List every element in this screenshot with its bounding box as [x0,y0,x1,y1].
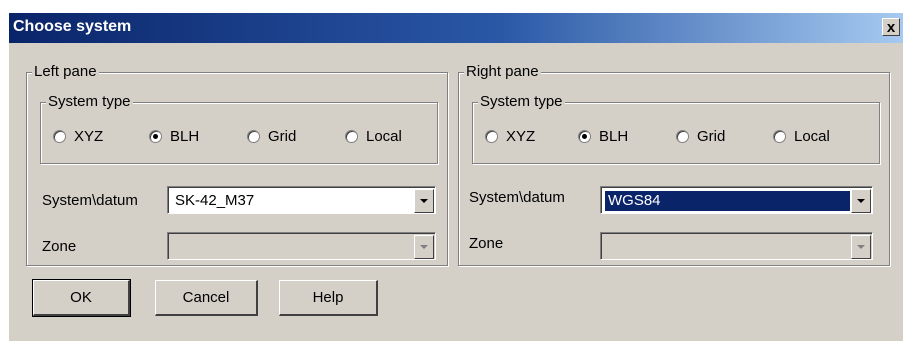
right-pane-title: Right pane [464,63,541,81]
left-radio-grid-circle[interactable] [247,130,260,143]
left-datum-label: System\datum [42,192,138,209]
right-datum-label: System\datum [469,189,565,206]
right-datum-value: WGS84 [605,191,850,211]
left-radio-local-label: Local [366,128,402,145]
left-datum-dropdown-button[interactable] [414,189,434,213]
close-button[interactable]: x [882,18,900,36]
left-pane-title: Left pane [32,63,99,81]
left-zone-select[interactable] [167,232,436,260]
right-zone-value [605,237,611,257]
right-radio-grid[interactable]: Grid [676,128,725,145]
right-datum-select-inner: WGS84 [601,187,872,213]
right-radio-grid-label: Grid [697,128,726,145]
ok-button[interactable]: OK [32,279,131,317]
left-radio-blh[interactable]: BLH [149,128,199,145]
left-radio-xyz[interactable]: XYZ [53,128,103,145]
left-zone-dropdown-button[interactable] [414,235,434,259]
chevron-down-icon [420,199,428,203]
right-system-type-label: System type [478,93,565,111]
right-zone-dropdown-button[interactable] [851,235,871,259]
cancel-button[interactable]: Cancel [155,280,258,316]
right-radio-local[interactable]: Local [773,128,830,145]
chevron-down-icon [857,245,865,249]
right-pane-group: Right pane System type XYZ BLH Grid Loca… [458,63,890,266]
left-radio-grid-label: Grid [268,128,297,145]
ok-button-label: OK [70,289,92,306]
left-radio-grid[interactable]: Grid [247,128,296,145]
right-zone-label: Zone [469,235,504,252]
chevron-down-icon [857,199,865,203]
left-radio-local-circle[interactable] [345,130,358,143]
help-button[interactable]: Help [279,280,378,316]
left-zone-select-inner [168,233,435,259]
cancel-button-label: Cancel [182,289,230,306]
left-radio-xyz-label: XYZ [74,128,104,145]
right-system-type-group: System type XYZ BLH Grid Local [472,93,880,164]
right-radio-local-label: Local [794,128,830,145]
left-system-type-group: System type XYZ BLH Grid Local [40,93,438,164]
right-zone-select[interactable] [600,232,873,260]
right-radio-xyz-label: XYZ [506,128,536,145]
right-radio-grid-circle[interactable] [676,130,689,143]
left-datum-select[interactable]: SK-42_M37 [167,186,436,214]
right-radio-blh-label: BLH [599,128,629,145]
chevron-down-icon [420,245,428,249]
left-system-type-label: System type [46,93,133,111]
right-datum-select[interactable]: WGS84 [600,186,873,214]
left-datum-value: SK-42_M37 [175,192,255,209]
right-radio-xyz[interactable]: XYZ [485,128,535,145]
left-pane-group: Left pane System type XYZ BLH Grid Local… [26,63,448,266]
choose-system-dialog: Choose system x Left pane System type XY… [8,12,903,341]
left-radio-xyz-circle[interactable] [53,130,66,143]
dialog-title: Choose system [13,18,132,35]
right-radio-blh[interactable]: BLH [578,128,628,145]
right-zone-select-inner [601,233,872,259]
right-radio-local-circle[interactable] [773,130,786,143]
title-bar[interactable]: Choose system x [9,13,903,43]
left-zone-value [172,237,178,257]
left-datum-select-inner: SK-42_M37 [168,187,435,213]
left-radio-blh-circle[interactable] [149,130,162,143]
right-radio-xyz-circle[interactable] [485,130,498,143]
left-radio-local[interactable]: Local [345,128,402,145]
help-button-label: Help [312,289,344,306]
right-datum-dropdown-button[interactable] [851,189,871,213]
close-icon: x [886,19,896,36]
left-zone-label: Zone [42,238,77,255]
right-radio-blh-circle[interactable] [578,130,591,143]
left-radio-blh-label: BLH [170,128,200,145]
